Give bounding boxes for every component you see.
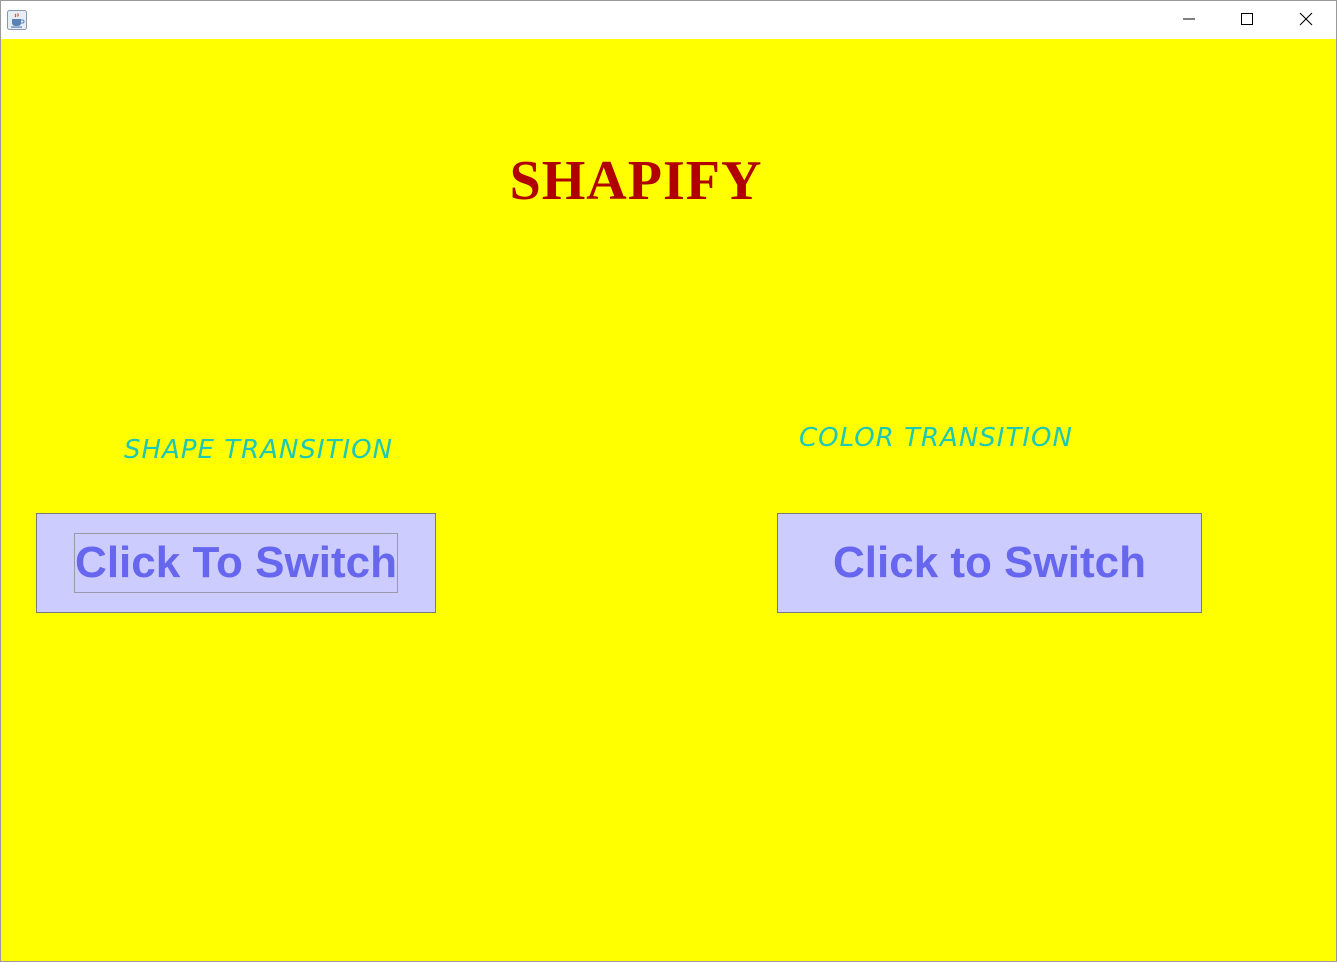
app-window: SHAPIFY SHAPE TRANSITION COLOR TRANSITIO… (0, 0, 1337, 962)
color-transition-label: COLOR TRANSITION (799, 423, 1073, 453)
close-button[interactable] (1277, 1, 1335, 39)
shape-switch-button-label: Click To Switch (74, 533, 398, 593)
app-title: SHAPIFY (509, 150, 763, 212)
maximize-button[interactable] (1218, 1, 1276, 39)
shape-transition-label: SHAPE TRANSITION (124, 435, 394, 465)
minimize-button[interactable] (1160, 1, 1218, 39)
java-coffee-cup-icon[interactable] (7, 10, 27, 30)
title-bar[interactable] (1, 1, 1336, 39)
color-switch-button-label: Click to Switch (833, 538, 1146, 587)
close-icon (1299, 11, 1313, 30)
minimize-icon (1182, 11, 1196, 30)
main-panel: SHAPIFY SHAPE TRANSITION COLOR TRANSITIO… (1, 39, 1336, 961)
maximize-icon (1240, 11, 1254, 30)
color-switch-button[interactable]: Click to Switch (777, 513, 1202, 613)
shape-switch-button[interactable]: Click To Switch (36, 513, 436, 613)
